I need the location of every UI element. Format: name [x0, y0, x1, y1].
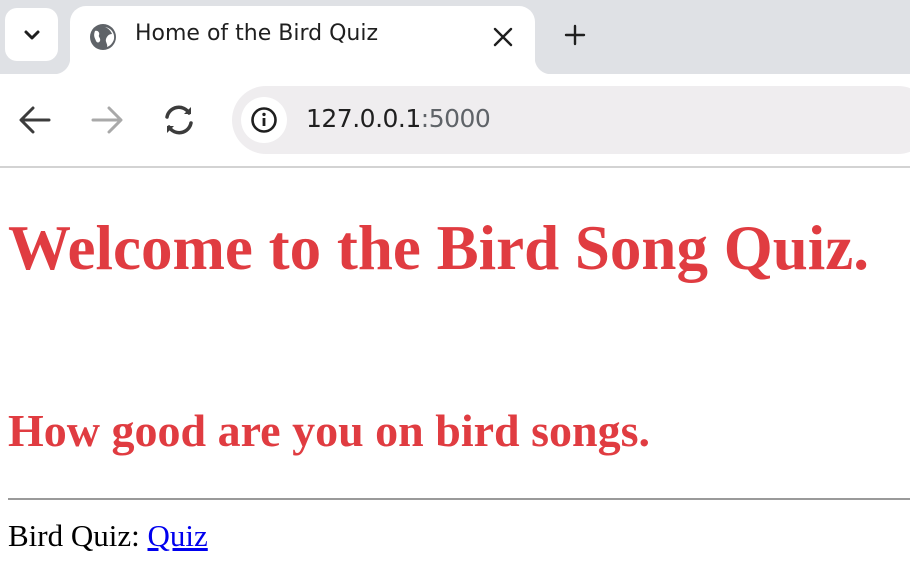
close-icon: [493, 27, 513, 47]
arrow-left-icon: [19, 106, 51, 134]
quiz-link[interactable]: Quiz: [148, 518, 208, 553]
reload-button[interactable]: [159, 100, 199, 140]
quiz-label: Bird Quiz:: [8, 518, 148, 553]
active-tab[interactable]: Home of the Bird Quiz: [54, 6, 551, 74]
url-port: :5000: [420, 104, 491, 133]
url-text[interactable]: 127.0.0.1:5000: [306, 104, 491, 133]
arrow-right-icon: [91, 106, 123, 134]
page-heading: Welcome to the Bird Song Quiz.: [8, 213, 869, 283]
quiz-line: Bird Quiz: Quiz: [8, 518, 208, 554]
page-subheading: How good are you on bird songs.: [8, 405, 651, 456]
address-bar[interactable]: 127.0.0.1:5000: [232, 86, 910, 154]
reload-icon: [165, 105, 193, 135]
site-info-button[interactable]: [241, 97, 287, 143]
plus-icon: [564, 24, 586, 46]
divider: [8, 498, 910, 500]
url-host: 127.0.0.1: [306, 104, 421, 133]
info-icon: [251, 107, 277, 133]
new-tab-button[interactable]: [556, 16, 594, 54]
chevron-down-icon: [24, 30, 39, 39]
browser-toolbar: 127.0.0.1:5000: [0, 74, 910, 168]
tab-search-button[interactable]: [5, 8, 58, 61]
tab-strip: Home of the Bird Quiz: [0, 0, 910, 74]
page-content: Welcome to the Bird Song Quiz. How good …: [0, 168, 910, 573]
tab-close-button[interactable]: [486, 20, 520, 54]
tab-title: Home of the Bird Quiz: [135, 21, 378, 46]
globe-icon: [90, 24, 116, 50]
forward-button[interactable]: [87, 100, 127, 140]
back-button[interactable]: [15, 100, 55, 140]
